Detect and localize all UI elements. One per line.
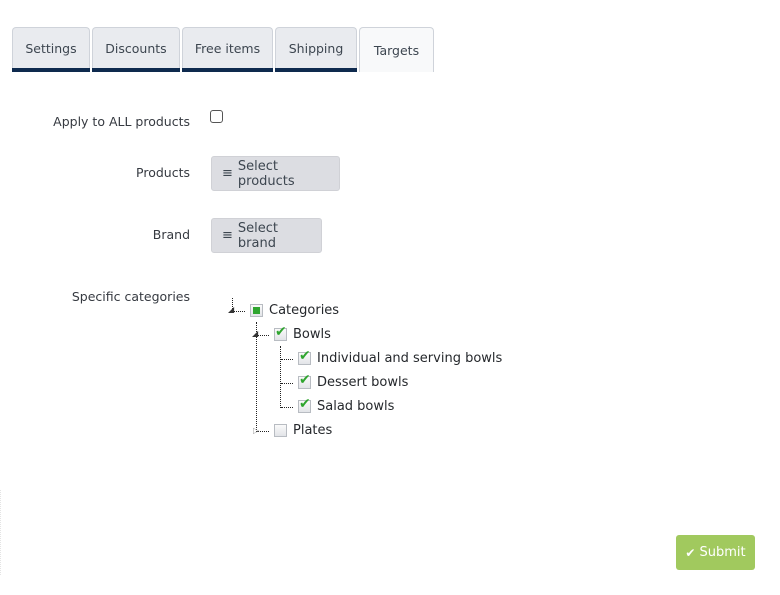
partial-checkbox-icon[interactable]: [250, 304, 263, 317]
tree-node-dessert-bowls[interactable]: Dessert bowls: [298, 372, 409, 390]
tree-node-label: Individual and serving bowls: [317, 351, 503, 366]
tree-connector: [281, 383, 293, 384]
tree-connector: [257, 335, 269, 336]
submit-label: Submit: [699, 545, 746, 560]
tree-node-label: Dessert bowls: [317, 375, 409, 390]
list-icon: ≡: [222, 228, 233, 243]
check-icon: ✔: [685, 545, 696, 560]
tab-label: Targets: [373, 42, 420, 58]
tree-node-individual-bowls[interactable]: Individual and serving bowls: [298, 348, 503, 366]
tree-node-label: Bowls: [293, 327, 331, 342]
tree-connector: [280, 346, 281, 408]
tab-bar: Settings Discounts Free items Shipping T…: [12, 27, 436, 72]
tab-label: Shipping: [288, 40, 344, 56]
checked-checkbox-icon[interactable]: [298, 372, 311, 389]
tree-connector: [256, 322, 257, 432]
checked-checkbox-icon[interactable]: [298, 396, 311, 413]
select-products-button[interactable]: ≡ Select products: [211, 156, 340, 191]
tree-node-bowls[interactable]: Bowls: [274, 324, 331, 342]
tree-node-plates[interactable]: Plates: [274, 423, 332, 438]
submit-button[interactable]: ✔ Submit: [676, 535, 755, 570]
products-label: Products: [136, 165, 190, 180]
tree-connector: [281, 359, 293, 360]
tree-node-label: Plates: [293, 423, 333, 438]
categories-label: Specific categories: [71, 289, 190, 304]
tree-connector: [233, 311, 245, 312]
tree-node-label: Categories: [269, 303, 340, 318]
tab-settings[interactable]: Settings: [12, 27, 90, 72]
tab-shipping[interactable]: Shipping: [275, 27, 357, 72]
unchecked-checkbox-icon[interactable]: [274, 424, 287, 437]
tree-node-categories[interactable]: Categories: [250, 303, 339, 318]
select-brand-button[interactable]: ≡ Select brand: [211, 218, 322, 253]
select-brand-label: Select brand: [237, 220, 279, 251]
expanded-arrow-icon[interactable]: ◢: [228, 306, 234, 314]
panel-edge: [0, 490, 2, 575]
apply-all-checkbox[interactable]: [210, 110, 223, 123]
checked-checkbox-icon[interactable]: [298, 348, 311, 365]
tree-connector: [281, 407, 293, 408]
tab-label: Settings: [25, 40, 77, 56]
expanded-arrow-icon[interactable]: ◢: [252, 330, 258, 338]
tab-targets[interactable]: Targets: [359, 27, 434, 72]
tree-node-label: Salad bowls: [317, 399, 395, 414]
checked-checkbox-icon[interactable]: [274, 324, 287, 341]
tab-label: Free items: [194, 40, 261, 56]
brand-label: Brand: [152, 227, 190, 242]
apply-all-label: Apply to ALL products: [53, 114, 190, 129]
collapsed-arrow-icon[interactable]: ▷: [253, 427, 259, 435]
select-products-label: Select products: [237, 158, 295, 189]
tab-discounts[interactable]: Discounts: [92, 27, 180, 72]
tab-label: Discounts: [105, 40, 167, 56]
list-icon: ≡: [222, 166, 233, 181]
tab-free-items[interactable]: Free items: [182, 27, 273, 72]
tree-node-salad-bowls[interactable]: Salad bowls: [298, 396, 395, 414]
